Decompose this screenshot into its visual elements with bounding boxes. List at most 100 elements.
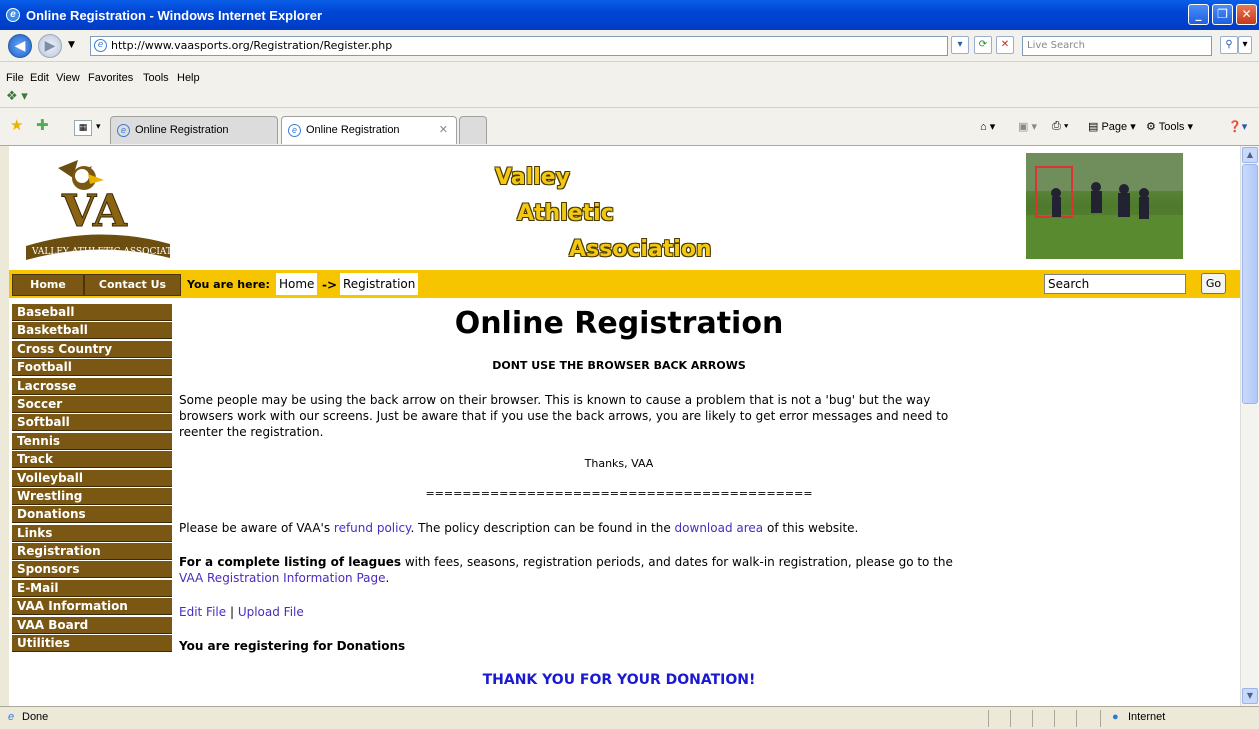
menu-help[interactable]: Help bbox=[177, 72, 200, 84]
sidebar-item-registration[interactable]: Registration bbox=[12, 543, 172, 561]
site-brand: Valley Athletic Association bbox=[495, 160, 712, 268]
scroll-up-icon[interactable]: ▲ bbox=[1242, 147, 1258, 163]
sidebar-item-softball[interactable]: Softball bbox=[12, 414, 172, 432]
breadcrumb-registration[interactable]: Registration bbox=[340, 273, 419, 295]
sidebar-item-utilities[interactable]: Utilities bbox=[12, 635, 172, 653]
refund-text-2: . The policy description can be found in… bbox=[410, 521, 675, 535]
explanation-line-3: reenter the registration. bbox=[179, 425, 324, 439]
sidebar-item-email[interactable]: E-Mail bbox=[12, 579, 172, 597]
sidebar-item-links[interactable]: Links bbox=[12, 524, 172, 542]
explanation-line-1: Some people may be using the back arrow … bbox=[179, 393, 931, 407]
refund-text-3: of this website. bbox=[763, 521, 859, 535]
edit-file-link[interactable]: Edit File bbox=[179, 605, 226, 619]
sidebar-item-soccer[interactable]: Soccer bbox=[12, 395, 172, 413]
vaa-logo[interactable]: VA VALLEY ATHLETIC ASSOCIATION bbox=[18, 154, 191, 264]
sidebar-item-vaa-information[interactable]: VAA Information bbox=[12, 598, 172, 616]
download-area-link[interactable]: download area bbox=[675, 521, 764, 535]
brand-line-1: Valley bbox=[495, 165, 571, 190]
status-separator bbox=[1032, 710, 1033, 727]
help-icon[interactable]: ❓▾ bbox=[1228, 120, 1247, 133]
address-field[interactable]: e http://www.vaasports.org/Registration/… bbox=[90, 36, 948, 56]
sidebar-item-cross-country[interactable]: Cross Country bbox=[12, 340, 172, 358]
new-tab-button[interactable] bbox=[459, 116, 487, 144]
site-search-go-button[interactable]: Go bbox=[1201, 273, 1226, 294]
refund-policy-link[interactable]: refund policy bbox=[334, 521, 411, 535]
menu-edit[interactable]: Edit bbox=[30, 72, 49, 84]
scroll-down-icon[interactable]: ▼ bbox=[1242, 688, 1258, 704]
address-url: http://www.vaasports.org/Registration/Re… bbox=[111, 39, 393, 52]
tab-label: Online Registration bbox=[135, 124, 229, 136]
sidebar-item-football[interactable]: Football bbox=[12, 359, 172, 377]
sidebar-item-wrestling[interactable]: Wrestling bbox=[12, 487, 172, 505]
tools-menu[interactable]: ⚙ Tools ▾ bbox=[1146, 120, 1193, 133]
sidebar-item-lacrosse[interactable]: Lacrosse bbox=[12, 377, 172, 395]
close-window-button[interactable]: ✕ bbox=[1236, 4, 1257, 25]
sidebar-item-track[interactable]: Track bbox=[12, 451, 172, 469]
back-button[interactable]: ◀ bbox=[8, 34, 32, 58]
menu-bar: File Edit View Favorites Tools Help ❖ ▾ bbox=[0, 62, 1259, 108]
logo-text: VALLEY ATHLETIC ASSOCIATION bbox=[31, 247, 178, 257]
sidebar-item-vaa-board[interactable]: VAA Board bbox=[12, 616, 172, 634]
logo-initials: VA bbox=[61, 186, 128, 237]
search-options-icon[interactable]: ▾ bbox=[1238, 36, 1252, 54]
web-page: VA VALLEY ATHLETIC ASSOCIATION Valley At… bbox=[9, 146, 1240, 706]
menu-favorites[interactable]: Favorites bbox=[88, 72, 133, 84]
quick-tabs-icon[interactable]: ▦ bbox=[74, 120, 92, 136]
security-zone: Internet bbox=[1128, 711, 1166, 723]
tab-bar: ★ ✚ ▦ ▾ e Online Registration e Online R… bbox=[0, 108, 1259, 146]
refresh-icon[interactable]: ⟳ bbox=[974, 36, 992, 54]
leagues-notice: For a complete listing of leagues with f… bbox=[179, 554, 1059, 586]
status-separator bbox=[1054, 710, 1055, 727]
home-icon[interactable]: ⌂ ▾ bbox=[980, 120, 995, 133]
history-dropdown-icon[interactable]: ▼ bbox=[68, 40, 75, 50]
stop-icon[interactable]: ✕ bbox=[996, 36, 1014, 54]
sidebar: Baseball Basketball Cross Country Footba… bbox=[12, 304, 172, 653]
print-icon[interactable]: ⎙ ▾ bbox=[1052, 120, 1068, 133]
sidebar-item-tennis[interactable]: Tennis bbox=[12, 432, 172, 450]
maximize-button[interactable]: ❐ bbox=[1212, 4, 1233, 25]
favorites-star-icon[interactable]: ★ bbox=[10, 116, 23, 134]
registration-info-link[interactable]: VAA Registration Information Page bbox=[179, 571, 386, 585]
upload-file-link[interactable]: Upload File bbox=[238, 605, 304, 619]
forward-button[interactable]: ▶ bbox=[38, 34, 62, 58]
live-search-input[interactable]: Live Search bbox=[1022, 36, 1212, 56]
tab-online-registration-2[interactable]: e Online Registration ✕ bbox=[281, 116, 457, 144]
file-links-separator: | bbox=[226, 605, 238, 619]
leagues-bold-text: For a complete listing of leagues bbox=[179, 555, 402, 569]
page-menu[interactable]: ▤ Page ▾ bbox=[1088, 120, 1136, 133]
back-arrow-explanation: Some people may be using the back arrow … bbox=[179, 392, 1059, 440]
status-bar: e Done ● Internet bbox=[0, 706, 1259, 729]
sidebar-item-baseball[interactable]: Baseball bbox=[12, 304, 172, 321]
divider-line: ========================================… bbox=[425, 487, 813, 500]
donation-thank-you: THANK YOU FOR YOUR DONATION! bbox=[482, 672, 756, 688]
search-icon[interactable]: ⚲ bbox=[1220, 36, 1238, 54]
status-separator bbox=[988, 710, 989, 727]
vertical-scrollbar[interactable]: ▲ ▼ bbox=[1240, 146, 1259, 706]
lacrosse-photo bbox=[1026, 153, 1183, 259]
sidebar-item-volleyball[interactable]: Volleyball bbox=[12, 469, 172, 487]
window-title-bar[interactable]: e Online Registration - Windows Internet… bbox=[0, 0, 1259, 30]
internet-zone-icon: ● bbox=[1112, 711, 1119, 723]
minimize-button[interactable]: _ bbox=[1188, 4, 1209, 25]
address-dropdown-icon[interactable]: ▾ bbox=[951, 36, 969, 54]
add-favorite-icon[interactable]: ✚ bbox=[36, 116, 49, 134]
feeds-icon[interactable]: ▣ ▾ bbox=[1018, 120, 1037, 133]
sidebar-item-sponsors[interactable]: Sponsors bbox=[12, 561, 172, 579]
menu-file[interactable]: File bbox=[6, 72, 24, 84]
menu-tools[interactable]: Tools bbox=[143, 72, 169, 84]
tab-online-registration-1[interactable]: e Online Registration bbox=[110, 116, 278, 144]
sidebar-item-donations[interactable]: Donations bbox=[12, 506, 172, 524]
menu-view[interactable]: View bbox=[56, 72, 80, 84]
close-tab-icon[interactable]: ✕ bbox=[439, 117, 448, 143]
nav-contact-button[interactable]: Contact Us bbox=[84, 274, 181, 296]
sidebar-item-basketball[interactable]: Basketball bbox=[12, 322, 172, 340]
status-separator bbox=[1010, 710, 1011, 727]
breadcrumb-home[interactable]: Home bbox=[276, 273, 318, 295]
site-search-input[interactable]: Search bbox=[1044, 274, 1186, 294]
tab-list-icon[interactable]: ▾ bbox=[96, 122, 101, 132]
explanation-line-2: browsers work with our screens. Just be … bbox=[179, 409, 949, 423]
back-arrow-warning: DONT USE THE BROWSER BACK ARROWS bbox=[492, 359, 746, 372]
toolbar-addon-icon[interactable]: ❖ ▾ bbox=[6, 88, 28, 104]
nav-home-button[interactable]: Home bbox=[12, 274, 84, 296]
scrollbar-thumb[interactable] bbox=[1242, 164, 1258, 404]
